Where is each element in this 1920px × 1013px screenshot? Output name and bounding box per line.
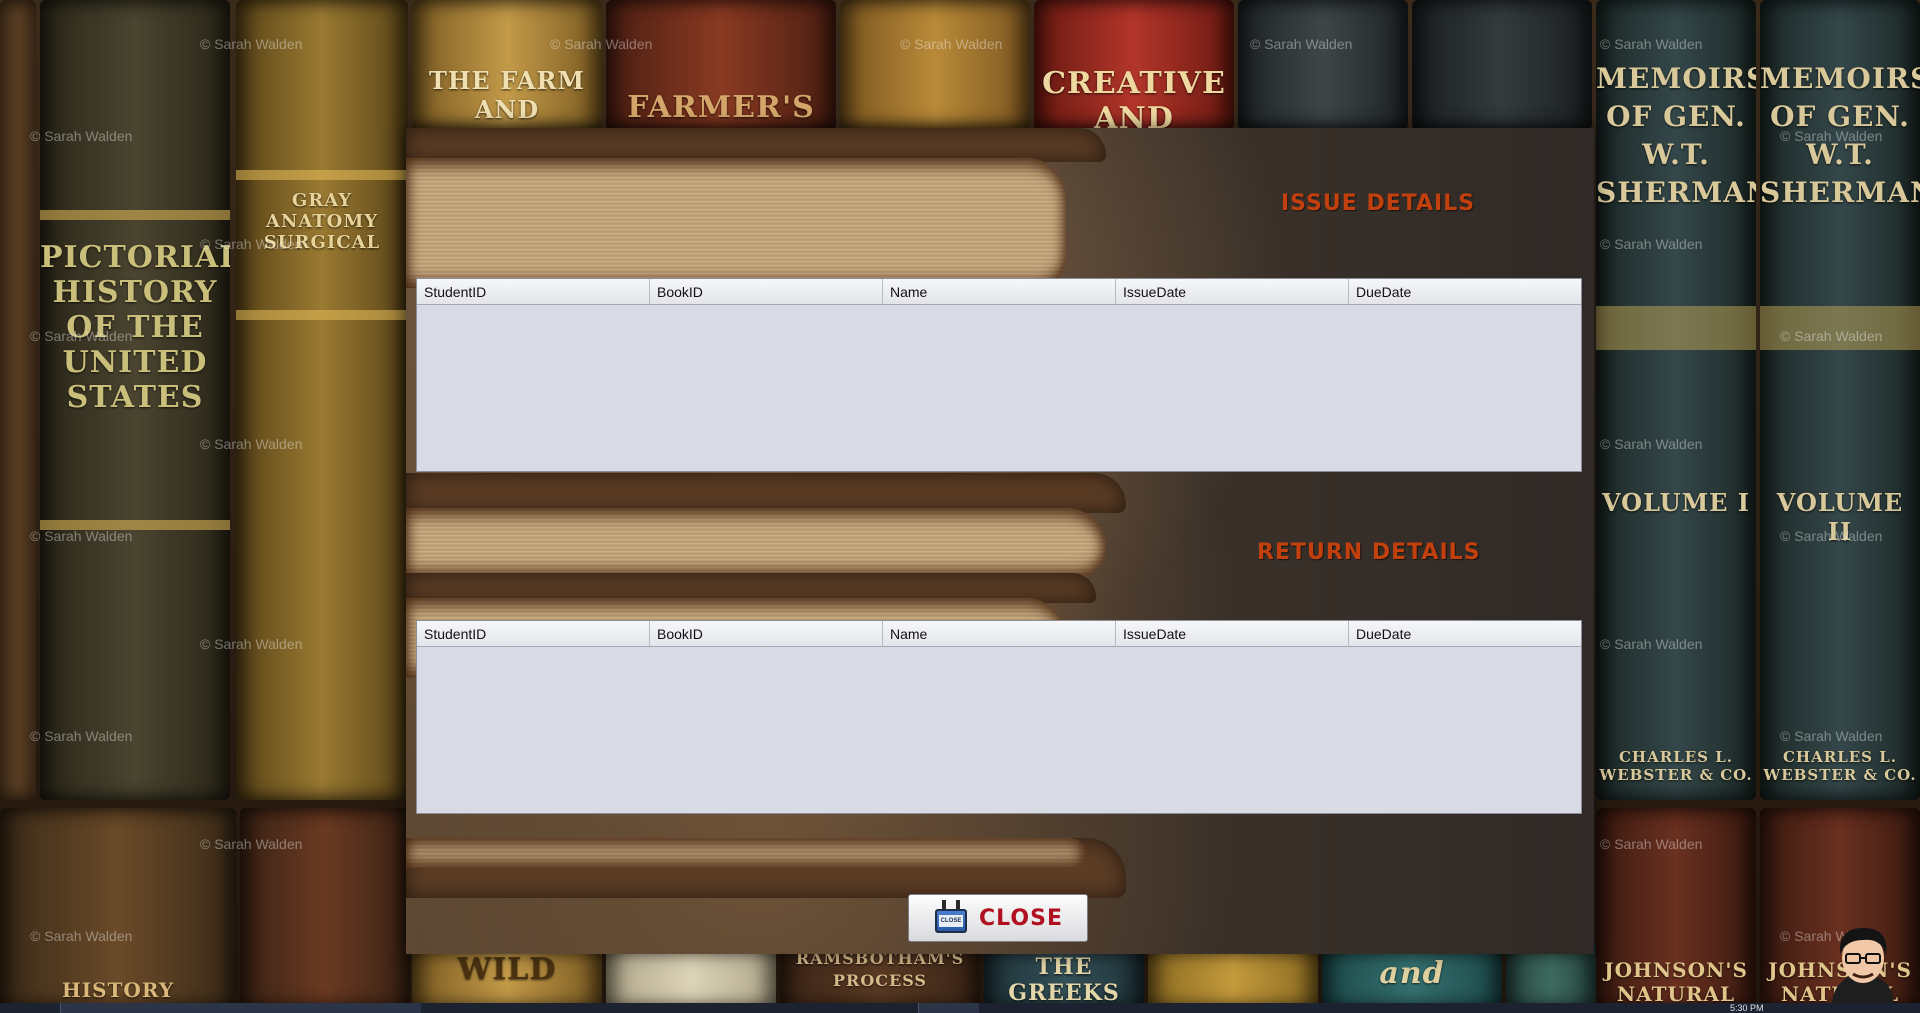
- avatar[interactable]: [1826, 924, 1900, 1004]
- watermark: © Sarah Walden: [30, 528, 133, 544]
- watermark: © Sarah Walden: [200, 236, 303, 252]
- watermark: © Sarah Walden: [30, 128, 133, 144]
- book-cover-image: [406, 473, 1126, 513]
- watermark: © Sarah Walden: [1600, 436, 1703, 452]
- watermark: © Sarah Walden: [30, 728, 133, 744]
- column-header-bookid[interactable]: BookID: [650, 621, 883, 646]
- spine-title: CREATIVE AND: [1042, 66, 1226, 130]
- spine-title: JOHNSON'S NATURAL: [1604, 958, 1748, 1003]
- watermark: © Sarah Walden: [550, 36, 653, 52]
- close-sign-icon: CLOSE: [933, 900, 969, 936]
- issue-return-dialog: ISSUE DETAILS StudentID BookID Name Issu…: [406, 128, 1594, 954]
- book-spine: PICTORIAL HISTORY OF THE UNITED STATES: [40, 0, 230, 800]
- watermark: © Sarah Walden: [1600, 836, 1703, 852]
- book-spine: MEMOIRS OF GEN. W.T. SHERMAN VOLUME II C…: [1760, 0, 1920, 800]
- column-header-studentid[interactable]: StudentID: [417, 621, 650, 646]
- close-sign-text: CLOSE: [939, 915, 964, 927]
- watermark: © Sarah Walden: [1600, 236, 1703, 252]
- spine-title: FARMER'S: [627, 90, 815, 125]
- column-header-duedate[interactable]: DueDate: [1349, 621, 1581, 646]
- book-spine: [1412, 0, 1592, 130]
- watermark: © Sarah Walden: [30, 928, 133, 944]
- taskbar-item[interactable]: [60, 1003, 421, 1013]
- spine-title: CHARLES L. WEBSTER & CO.: [1599, 748, 1753, 784]
- close-button-label: CLOSE: [979, 905, 1063, 931]
- watermark: © Sarah Walden: [900, 36, 1003, 52]
- watermark: © Sarah Walden: [200, 836, 303, 852]
- spine-title: CHARLES L. WEBSTER & CO.: [1763, 748, 1917, 784]
- book-spine: CREATIVE AND: [1034, 0, 1234, 130]
- watermark: © Sarah Walden: [1780, 128, 1883, 144]
- watermark: © Sarah Walden: [1780, 328, 1883, 344]
- column-header-studentid[interactable]: StudentID: [417, 279, 650, 304]
- spine-title: RAMSBOTHAM'S PROCESS: [795, 949, 965, 990]
- book-spine: GRAY ANATOMY SURGICAL: [236, 0, 408, 800]
- column-header-issuedate[interactable]: IssueDate: [1116, 621, 1349, 646]
- book-spine: [0, 0, 36, 800]
- spine-title: WILD: [457, 952, 557, 987]
- watermark: © Sarah Walden: [1600, 636, 1703, 652]
- watermark: © Sarah Walden: [200, 636, 303, 652]
- watermark: © Sarah Walden: [1250, 36, 1353, 52]
- return-details-title: RETURN DETAILS: [1257, 540, 1481, 565]
- taskbar-item[interactable]: [918, 1003, 979, 1013]
- taskbar-clock[interactable]: 5:30 PM: [1730, 1003, 1764, 1013]
- issue-details-table[interactable]: StudentID BookID Name IssueDate DueDate: [416, 278, 1582, 472]
- return-details-table[interactable]: StudentID BookID Name IssueDate DueDate: [416, 620, 1582, 814]
- watermark: © Sarah Walden: [1780, 728, 1883, 744]
- watermark: © Sarah Walden: [30, 328, 133, 344]
- column-header-duedate[interactable]: DueDate: [1349, 279, 1581, 304]
- issue-details-title: ISSUE DETAILS: [1281, 191, 1476, 216]
- book-spine: MEMOIRS OF GEN. W.T. SHERMAN VOLUME I CH…: [1596, 0, 1756, 800]
- return-table-body[interactable]: [417, 647, 1581, 813]
- column-header-bookid[interactable]: BookID: [650, 279, 883, 304]
- watermark: © Sarah Walden: [1780, 528, 1883, 544]
- book-cover-image: [406, 128, 1106, 162]
- book-spine: [1238, 0, 1408, 130]
- book-pages-image: [406, 158, 1066, 288]
- book-spine: FARMER'S: [606, 0, 836, 130]
- column-header-name[interactable]: Name: [883, 279, 1116, 304]
- watermark: © Sarah Walden: [1600, 36, 1703, 52]
- spine-title: THE GREEKS AND: [1008, 954, 1120, 1003]
- spine-title: HISTORY: [61, 978, 175, 1002]
- book-pages-image: [406, 508, 1106, 578]
- issue-table-header: StudentID BookID Name IssueDate DueDate: [417, 279, 1581, 305]
- watermark: © Sarah Walden: [200, 36, 303, 52]
- book-spine: [840, 0, 1030, 130]
- spine-title: THE FARM AND: [429, 66, 585, 124]
- spine-title: VOLUME I: [1601, 488, 1751, 517]
- watermark: © Sarah Walden: [200, 436, 303, 452]
- return-table-header: StudentID BookID Name IssueDate DueDate: [417, 621, 1581, 647]
- column-header-name[interactable]: Name: [883, 621, 1116, 646]
- spine-title: and: [1379, 956, 1445, 991]
- book-pages-image: [406, 838, 1086, 868]
- close-button[interactable]: CLOSE CLOSE: [908, 894, 1088, 942]
- book-spine: THE FARM AND: [412, 0, 602, 130]
- issue-table-body[interactable]: [417, 305, 1581, 471]
- column-header-issuedate[interactable]: IssueDate: [1116, 279, 1349, 304]
- spine-title: MEMOIRS OF GEN. W.T. SHERMAN: [1596, 62, 1756, 209]
